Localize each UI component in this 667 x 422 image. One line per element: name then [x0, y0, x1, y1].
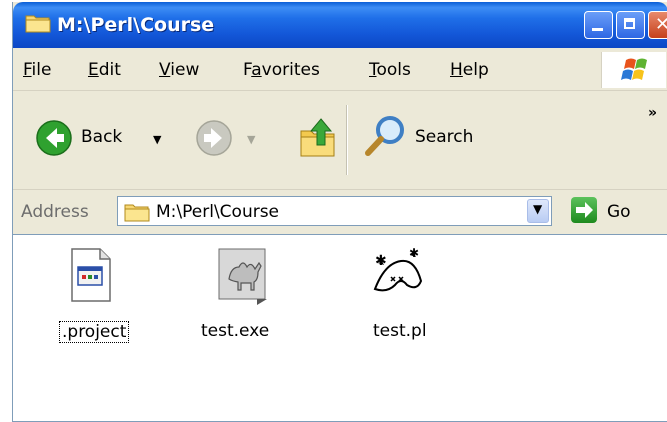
address-input[interactable]: M:\Perl\Course ▼	[117, 196, 552, 226]
menu-edit[interactable]: Edit	[88, 60, 121, 80]
address-dropdown-button[interactable]: ▼	[527, 199, 549, 223]
back-dropdown-icon[interactable]: ▼	[153, 133, 161, 146]
search-label: Search	[415, 127, 474, 147]
project-file-icon	[66, 245, 114, 310]
standard-toolbar: Back ▼ ▼ Search »	[13, 91, 667, 190]
up-folder-button[interactable]	[299, 113, 339, 163]
close-button[interactable]: ✕	[648, 11, 667, 39]
forward-dropdown-icon[interactable]: ▼	[247, 133, 255, 146]
menu-tools-rest: ools	[376, 60, 411, 80]
star-icon-2: ✱	[409, 246, 419, 260]
menu-help-rest: elp	[462, 60, 489, 80]
file-name-test-pl: test.pl	[373, 321, 427, 341]
menu-view-rest: iew	[170, 60, 200, 80]
address-label: Address	[21, 202, 89, 222]
menu-favorites-pre: F	[243, 60, 252, 80]
address-value: M:\Perl\Course	[156, 202, 280, 222]
up-folder-icon	[299, 115, 339, 164]
menu-help[interactable]: Help	[450, 60, 489, 80]
menu-file-accel: F	[23, 60, 32, 80]
menu-tools[interactable]: Tools	[369, 60, 411, 80]
back-arrow-icon	[35, 119, 73, 162]
menu-favorites-rest: vorites	[261, 60, 320, 80]
menu-favorites-accel: a	[251, 60, 262, 80]
menu-edit-rest: dit	[98, 60, 121, 80]
menu-view[interactable]: View	[159, 60, 199, 80]
menu-bar: File Edit View Favorites Tools Help	[13, 48, 667, 91]
title-bar[interactable]: M:\Perl\Course ✕	[13, 2, 667, 48]
maximize-icon	[624, 18, 635, 29]
address-bar: Address M:\Perl\Course ▼ Go	[13, 190, 667, 234]
menu-tools-accel: T	[369, 60, 377, 80]
close-icon: ✕	[649, 12, 667, 38]
star-icon: ✱	[375, 253, 387, 269]
address-folder-icon	[124, 202, 150, 227]
window-title: M:\Perl\Course	[57, 14, 215, 36]
maximize-button[interactable]	[616, 11, 645, 39]
file-list-pane: .project test.exe ✱ ✱ test.pl	[13, 234, 667, 421]
search-icon	[363, 113, 409, 164]
minimize-button[interactable]	[584, 11, 613, 39]
folder-icon	[25, 12, 51, 39]
toolbar-separator	[346, 105, 348, 175]
back-button[interactable]: Back ▼	[35, 113, 175, 163]
file-name-test-exe: test.exe	[201, 321, 270, 341]
file-name-project: .project	[59, 321, 130, 343]
menu-edit-accel: E	[88, 60, 99, 80]
chevron-down-icon: ▼	[533, 202, 543, 216]
perl-script-icon: ✱ ✱	[367, 245, 427, 310]
forward-button[interactable]: ▼	[195, 113, 275, 163]
camel-exe-icon	[217, 245, 273, 310]
forward-arrow-icon	[195, 119, 233, 162]
explorer-window: M:\Perl\Course ✕ File Edit View Favorite…	[12, 2, 667, 422]
menu-help-accel: H	[450, 60, 463, 80]
menu-file-rest: ile	[31, 60, 52, 80]
go-arrow-icon[interactable]	[571, 197, 597, 223]
menu-view-accel: V	[159, 60, 171, 80]
windows-logo	[601, 52, 666, 88]
go-button[interactable]: Go	[607, 202, 631, 222]
menu-file[interactable]: File	[23, 60, 51, 80]
back-label: Back	[81, 127, 123, 147]
search-button[interactable]: Search	[363, 111, 498, 165]
minimize-icon	[592, 28, 603, 31]
toolbar-overflow-icon[interactable]: »	[648, 105, 657, 121]
menu-favorites[interactable]: Favorites	[243, 60, 320, 80]
